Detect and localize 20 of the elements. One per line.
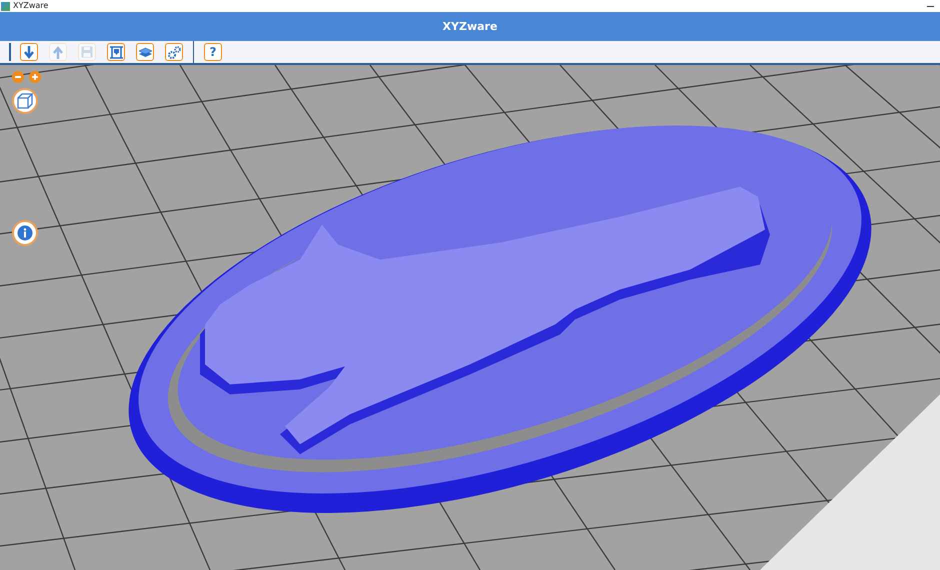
up-arrow-icon — [53, 46, 63, 58]
cube-icon — [17, 93, 33, 109]
layers-icon — [138, 46, 152, 58]
zoom-in-button[interactable] — [29, 71, 41, 83]
minus-icon — [15, 76, 21, 78]
app-title: XYZware — [442, 20, 498, 33]
down-arrow-icon — [24, 46, 34, 58]
import-button[interactable] — [20, 43, 38, 61]
help-button[interactable]: ? — [204, 43, 222, 61]
app-icon — [1, 2, 10, 10]
zoom-out-button[interactable] — [12, 71, 24, 83]
view-cube-button[interactable] — [12, 88, 38, 114]
info-icon — [17, 225, 33, 241]
window-title: XYZware — [13, 1, 48, 11]
gears-icon — [168, 46, 180, 58]
layers-button[interactable] — [136, 43, 154, 61]
plus-icon — [32, 74, 38, 80]
settings-button[interactable] — [165, 43, 183, 61]
info-button[interactable] — [12, 220, 38, 246]
printer-button[interactable] — [107, 43, 125, 61]
